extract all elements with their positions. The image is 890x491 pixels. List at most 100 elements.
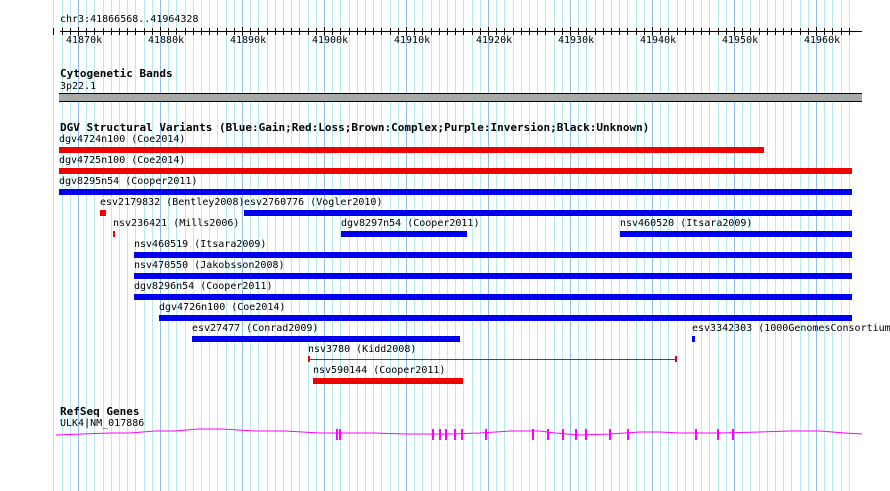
ruler-tick bbox=[234, 28, 235, 35]
grid-line bbox=[414, 0, 415, 491]
grid-line bbox=[660, 0, 661, 491]
sv-feature-bar[interactable] bbox=[192, 336, 460, 342]
ruler-tick bbox=[595, 28, 596, 35]
grid-line bbox=[53, 0, 54, 491]
sv-label: esv3342303 (1000GenomesConsortium bbox=[692, 323, 890, 334]
ruler-tick bbox=[455, 28, 456, 35]
ruler-tick bbox=[53, 28, 54, 35]
grid-line bbox=[504, 0, 505, 491]
gene-model-ulk4[interactable] bbox=[0, 420, 890, 450]
grid-line bbox=[718, 0, 719, 491]
grid-line bbox=[390, 0, 391, 491]
grid-line bbox=[742, 0, 743, 491]
sv-feature-bar[interactable] bbox=[244, 210, 852, 216]
cytoband-label: 3p22.1 bbox=[60, 81, 97, 92]
grid-line bbox=[759, 0, 760, 491]
ruler-tick bbox=[718, 28, 719, 35]
sv-feature-bar[interactable] bbox=[134, 252, 852, 258]
sv-feature-bar[interactable] bbox=[59, 189, 852, 195]
ruler-tick bbox=[299, 28, 300, 35]
grid-line bbox=[603, 0, 604, 491]
sv-label: dgv8297n54 (Cooper2011) bbox=[341, 218, 480, 229]
ruler-tick bbox=[578, 28, 579, 35]
grid-line bbox=[619, 0, 620, 491]
grid-line bbox=[513, 0, 514, 491]
grid-line bbox=[767, 0, 768, 491]
refseq-track-title[interactable]: RefSeq Genes bbox=[60, 405, 139, 418]
sv-feature-bar[interactable] bbox=[313, 378, 463, 384]
grid-line bbox=[562, 0, 563, 491]
ruler-tick bbox=[267, 28, 268, 35]
ruler-tick bbox=[504, 28, 505, 35]
sv-feature-bar[interactable] bbox=[159, 315, 852, 321]
ruler-tick-label: 41900k bbox=[312, 35, 349, 46]
grid-line bbox=[299, 0, 300, 491]
ruler-tick bbox=[586, 28, 587, 35]
ruler-tick bbox=[824, 28, 825, 35]
sv-feature-bar[interactable] bbox=[59, 147, 764, 153]
ruler-tick-label: 41870k bbox=[66, 35, 103, 46]
ruler-tick bbox=[480, 28, 481, 35]
grid-line bbox=[726, 0, 727, 491]
ruler-tick bbox=[644, 28, 645, 35]
grid-line bbox=[463, 0, 464, 491]
grid-line bbox=[841, 0, 842, 491]
sv-feature-bar[interactable] bbox=[100, 210, 106, 216]
grid-line bbox=[447, 0, 448, 491]
sv-label: nsv236421 (Mills2006) bbox=[113, 218, 240, 229]
ruler-tick-label: 41910k bbox=[394, 35, 431, 46]
ruler-tick bbox=[365, 28, 366, 35]
sv-feature-bar[interactable] bbox=[692, 336, 695, 342]
ruler-tick bbox=[111, 28, 112, 35]
ruler-tick bbox=[677, 28, 678, 35]
ruler-tick bbox=[750, 28, 751, 35]
ruler-tick bbox=[291, 28, 292, 35]
ruler-tick bbox=[529, 28, 530, 35]
ruler-tick bbox=[521, 28, 522, 35]
sv-label: dgv8296n54 (Cooper2011) bbox=[134, 281, 273, 292]
ruler-tick-label: 41960k bbox=[804, 35, 841, 46]
ruler-tick bbox=[463, 28, 464, 35]
sv-feature-bar[interactable] bbox=[134, 273, 852, 279]
sv-feature-bar[interactable] bbox=[620, 231, 852, 237]
grid-line bbox=[611, 0, 612, 491]
sv-feature-bar[interactable] bbox=[134, 294, 852, 300]
grid-line bbox=[693, 0, 694, 491]
cytoband-track-title[interactable]: Cytogenetic Bands bbox=[60, 67, 173, 80]
ruler-tick bbox=[808, 28, 809, 35]
grid-line bbox=[791, 0, 792, 491]
ruler-tick bbox=[783, 28, 784, 35]
grid-line bbox=[701, 0, 702, 491]
grid-line bbox=[677, 0, 678, 491]
ruler-tick bbox=[398, 28, 399, 35]
sv-feature-bar[interactable] bbox=[59, 168, 852, 174]
ruler-tick bbox=[742, 28, 743, 35]
ruler-tick bbox=[431, 28, 432, 35]
grid-line bbox=[381, 0, 382, 491]
grid-line bbox=[365, 0, 366, 491]
sv-label: dgv8295n54 (Cooper2011) bbox=[59, 176, 198, 187]
grid-line bbox=[529, 0, 530, 491]
grid-line bbox=[685, 0, 686, 491]
ruler-tick bbox=[513, 28, 514, 35]
ruler-tick bbox=[349, 28, 350, 35]
cytoband-3p22-1[interactable] bbox=[59, 93, 862, 102]
dgv-track-title[interactable]: DGV Structural Variants (Blue:Gain;Red:L… bbox=[60, 121, 649, 134]
ruler-tick bbox=[127, 28, 128, 35]
grid-line bbox=[406, 0, 407, 491]
sv-feature-bar[interactable] bbox=[113, 231, 115, 237]
grid-line bbox=[800, 0, 801, 491]
ruler-tick bbox=[775, 28, 776, 35]
grid-line bbox=[783, 0, 784, 491]
sv-feature-bar[interactable] bbox=[308, 356, 677, 363]
grid-line bbox=[849, 0, 850, 491]
ruler-tick bbox=[701, 28, 702, 35]
grid-line bbox=[545, 0, 546, 491]
grid-line bbox=[521, 0, 522, 491]
grid-line bbox=[308, 0, 309, 491]
ruler-tick bbox=[472, 28, 473, 35]
ruler-tick bbox=[381, 28, 382, 35]
sv-feature-bar[interactable] bbox=[341, 231, 467, 237]
ruler-tick bbox=[414, 28, 415, 35]
ruler-tick bbox=[791, 28, 792, 35]
